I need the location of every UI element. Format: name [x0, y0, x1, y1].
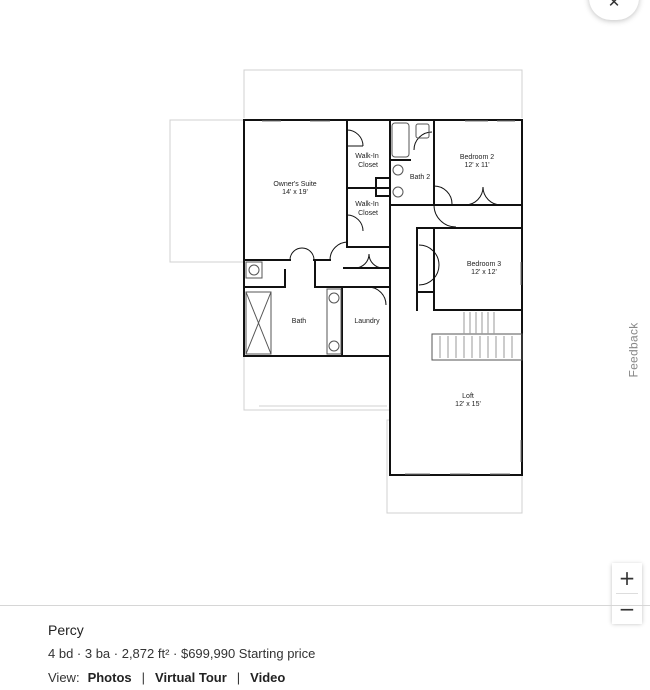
photos-link[interactable]: Photos — [88, 670, 132, 685]
bedroom-2-label: Bedroom 2 — [460, 154, 494, 161]
section-divider — [0, 605, 650, 606]
listing-info: Percy 4 bd · 3 ba · 2,872 ft² · $699,990… — [48, 622, 315, 685]
link-separator: | — [141, 670, 146, 685]
feedback-tab[interactable]: Feedback — [620, 320, 648, 380]
walk-in-closet-2-label: Walk-In — [355, 201, 379, 208]
view-links: View: Photos | Virtual Tour | Video — [48, 670, 315, 685]
loft-size: 12' x 15' — [455, 401, 481, 408]
zoom-in-button[interactable]: + — [612, 563, 642, 593]
zoom-out-button[interactable]: − — [612, 594, 642, 624]
floor-plan: Owner's Suite 14' x 19' Walk-In Closet W… — [169, 69, 523, 514]
plan-details: 4 bd · 3 ba · 2,872 ft² · $699,990 Start… — [48, 646, 316, 661]
loft-label: Loft — [462, 393, 474, 400]
bedroom-2-size: 12' x 11' — [464, 162, 489, 169]
walk-in-closet-2-label-2: Closet — [358, 210, 378, 217]
bedroom-3-size: 12' x 12' — [471, 269, 497, 276]
plan-name: Percy — [48, 622, 84, 638]
view-label: View: — [48, 670, 80, 685]
virtual-tour-link[interactable]: Virtual Tour — [155, 670, 227, 685]
zoom-controls: + − — [612, 563, 642, 624]
feedback-label: Feedback — [627, 322, 642, 378]
walk-in-closet-1-label-2: Closet — [358, 162, 378, 169]
owners-suite-size: 14' x 19' — [282, 189, 308, 196]
laundry-label: Laundry — [354, 318, 380, 325]
owners-suite-label: Owner's Suite — [273, 181, 316, 188]
bath-label: Bath — [292, 318, 307, 325]
link-separator: | — [236, 670, 241, 685]
bedroom-3-label: Bedroom 3 — [467, 261, 501, 268]
walk-in-closet-1-label: Walk-In — [355, 153, 379, 160]
bath-2-label: Bath 2 — [410, 174, 430, 181]
video-link[interactable]: Video — [250, 670, 285, 685]
